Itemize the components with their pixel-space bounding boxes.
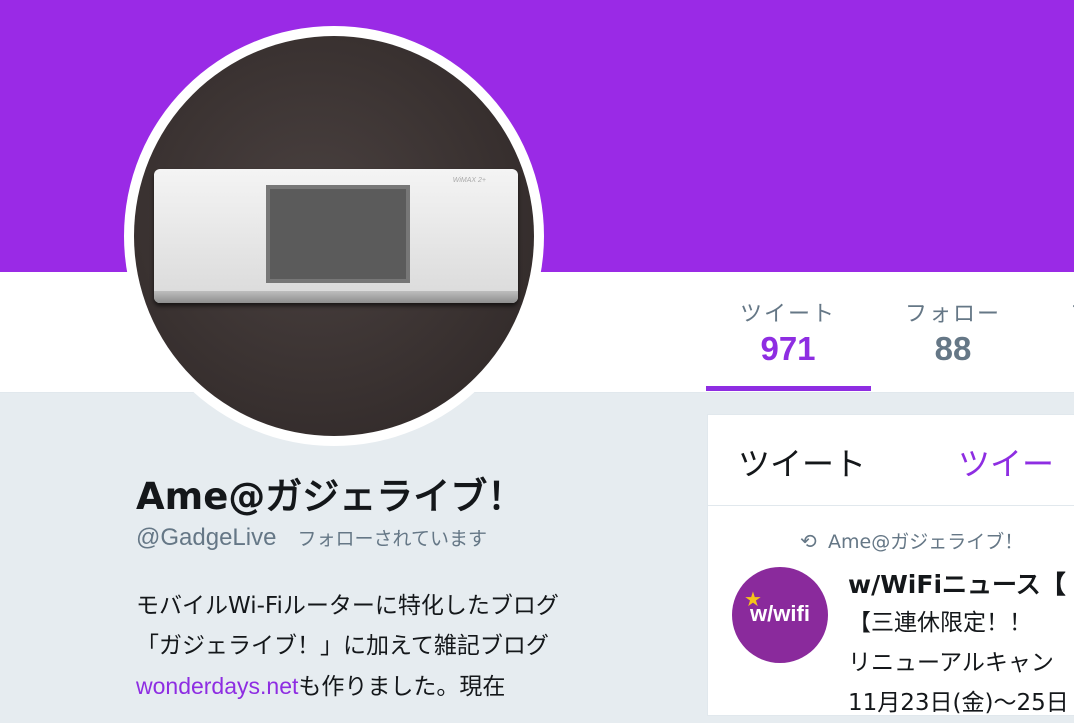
stat-followers-label: フ bbox=[1062, 296, 1074, 328]
retweet-icon: ⟲ bbox=[800, 529, 817, 553]
profile-handle[interactable]: @GadgeLive bbox=[136, 524, 276, 551]
stat-tweets-count: 971 bbox=[760, 330, 816, 367]
timeline-tabs: ツイート ツイー bbox=[708, 415, 1074, 506]
bio-line-3-text: も作りました。現在 bbox=[298, 674, 506, 700]
active-tab-indicator bbox=[706, 386, 871, 391]
device-edge bbox=[154, 291, 518, 303]
stat-followers[interactable]: フ bbox=[1062, 296, 1074, 328]
stat-following[interactable]: フォロー 88 bbox=[870, 296, 1036, 392]
bio-line-3: wonderdays.netも作りました。現在 bbox=[136, 666, 676, 707]
tweet-text: 【三連休限定！！ リニューアルキャン 11月23日(金)～25日 bbox=[848, 603, 1069, 723]
stat-following-label: フォロー bbox=[904, 302, 1001, 327]
tweet-line-1: 【三連休限定！！ bbox=[848, 610, 1032, 636]
bio-line-1: モバイルWi-Fiルーターに特化したブログ bbox=[136, 593, 559, 619]
profile-bio: モバイルWi-Fiルーターに特化したブログ 「ガジェライブ！」に加えて雑記ブログ… bbox=[136, 586, 676, 707]
stat-tweets[interactable]: ツイート 971 bbox=[706, 296, 870, 392]
tweet-line-2: リニューアルキャン bbox=[848, 650, 1054, 676]
device-brand-label: WiMAX 2+ bbox=[452, 177, 486, 184]
follows-you-badge: フォローされています bbox=[297, 528, 487, 550]
retweet-by[interactable]: Ame@ガジェライブ！ bbox=[828, 531, 1023, 553]
tab-tweets[interactable]: ツイート bbox=[738, 439, 866, 485]
profile-name[interactable]: Ame@ガジェライブ！ bbox=[136, 466, 524, 520]
avatar-logo-text: w/wifi bbox=[750, 601, 810, 626]
stat-tweets-label: ツイート bbox=[739, 302, 836, 327]
device-screen bbox=[266, 185, 410, 283]
tweet-line-3: 11月23日(金)～25日 bbox=[848, 690, 1069, 716]
timeline-card: ツイート ツイー ⟲ Ame@ガジェライブ！ ★ w/wifi w/WiFiニュー… bbox=[707, 414, 1074, 716]
avatar-device-image: WiMAX 2+ bbox=[154, 169, 518, 303]
avatar[interactable]: WiMAX 2+ bbox=[134, 36, 534, 436]
tweet-author-name[interactable]: w/WiFiニュース【 bbox=[848, 565, 1066, 601]
tweet-author-avatar[interactable]: ★ w/wifi bbox=[732, 567, 828, 663]
handle-row: @GadgeLive フォローされています bbox=[136, 524, 487, 552]
retweet-context: ⟲ Ame@ガジェライブ！ bbox=[800, 527, 1023, 554]
bio-link[interactable]: wonderdays.net bbox=[136, 673, 298, 699]
tab-tweets-replies[interactable]: ツイー bbox=[958, 439, 1054, 485]
bio-line-2: 「ガジェライブ！」に加えて雑記ブログ bbox=[136, 633, 549, 659]
stat-following-count: 88 bbox=[934, 330, 972, 367]
